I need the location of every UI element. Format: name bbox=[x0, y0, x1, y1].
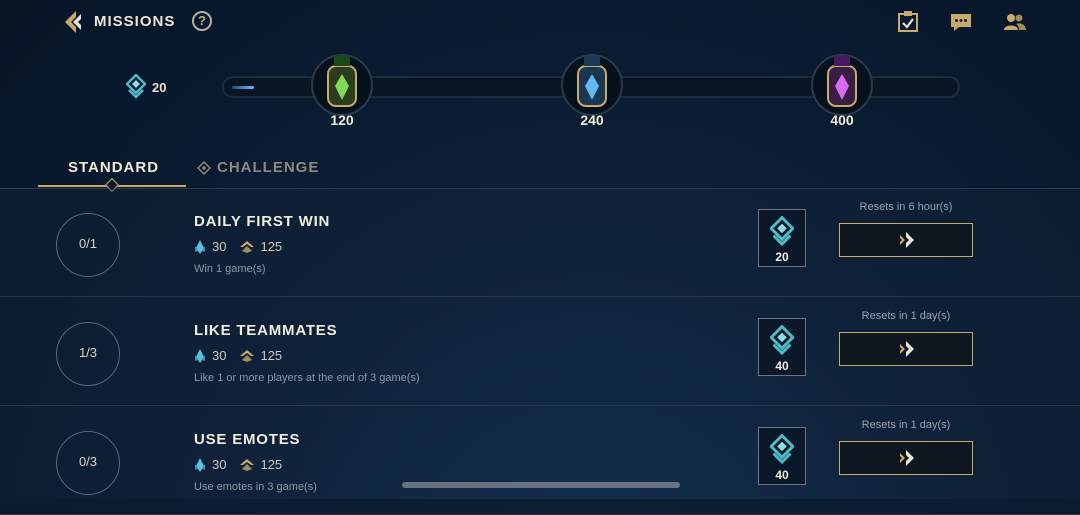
friends-button[interactable] bbox=[1003, 10, 1027, 34]
reward-gold-value: 125 bbox=[260, 457, 283, 472]
mission-title: USE EMOTES bbox=[194, 431, 301, 448]
green-capsule-icon bbox=[327, 56, 357, 107]
mission-title: LIKE TEAMMATES bbox=[194, 322, 338, 339]
mission-list: 0/1 DAILY FIRST WIN 30 125 Win 1 game(s)… bbox=[0, 188, 1080, 515]
mission-description: Like 1 or more players at the end of 3 g… bbox=[194, 372, 420, 384]
mission-point-icon bbox=[770, 325, 794, 356]
blue-essence-icon bbox=[195, 457, 205, 472]
mission-reset-text: Resets in 6 hour(s) bbox=[859, 201, 953, 213]
tab-challenge[interactable]: CHALLENGE bbox=[197, 159, 319, 176]
reward-gold-value: 125 bbox=[260, 348, 283, 363]
chat-button[interactable] bbox=[949, 10, 973, 34]
blue-capsule-icon bbox=[577, 56, 607, 107]
reward-gold-value: 125 bbox=[260, 239, 283, 254]
go-arrow-icon bbox=[900, 232, 914, 248]
mission-points-value: 40 bbox=[775, 468, 789, 482]
mission-title: DAILY FIRST WIN bbox=[194, 213, 331, 230]
mission-progress: 0/1 bbox=[56, 213, 120, 277]
gold-icon bbox=[240, 240, 255, 253]
mission-points-value: 40 bbox=[775, 359, 789, 373]
go-button[interactable] bbox=[839, 223, 973, 257]
go-arrow-icon bbox=[900, 341, 914, 357]
tab-standard[interactable]: STANDARD bbox=[68, 159, 159, 176]
milestone-chest-2[interactable]: 240 bbox=[557, 50, 627, 140]
mission-tabs: STANDARD CHALLENGE bbox=[0, 150, 1080, 193]
blue-essence-icon bbox=[195, 348, 205, 363]
mission-points-badge: 40 bbox=[758, 318, 806, 376]
checklist-icon bbox=[898, 11, 918, 32]
mission-points-value: 20 bbox=[775, 250, 789, 264]
mission-description: Use emotes in 3 game(s) bbox=[194, 481, 317, 493]
help-button[interactable]: ? bbox=[192, 11, 212, 31]
reward-essence-value: 30 bbox=[212, 239, 227, 254]
mission-point-icon bbox=[126, 74, 146, 99]
friends-icon bbox=[1004, 14, 1026, 30]
back-arrow-icon bbox=[65, 11, 81, 33]
reward-essence-value: 30 bbox=[212, 348, 227, 363]
mission-description: Win 1 game(s) bbox=[194, 263, 266, 275]
mission-rewards: 30 125 bbox=[194, 348, 296, 363]
mission-point-icon bbox=[770, 216, 794, 247]
milestone-chest-3[interactable]: 400 bbox=[807, 50, 877, 140]
back-button[interactable] bbox=[60, 8, 88, 36]
go-button[interactable] bbox=[839, 332, 973, 366]
gold-icon bbox=[240, 458, 255, 471]
blue-essence-icon bbox=[195, 239, 205, 254]
mission-reset-text: Resets in 1 day(s) bbox=[861, 310, 951, 322]
checklist-button[interactable] bbox=[896, 10, 920, 34]
milestone-value: 240 bbox=[580, 112, 604, 128]
go-arrow-icon bbox=[900, 450, 914, 466]
mission-row: 1/3 LIKE TEAMMATES 30 125 Like 1 or more… bbox=[0, 297, 1080, 406]
top-bar: MISSIONS ? bbox=[0, 0, 1080, 44]
mission-point-icon bbox=[770, 434, 794, 465]
scrollbar[interactable] bbox=[402, 482, 680, 488]
challenge-icon bbox=[197, 160, 211, 175]
chat-icon bbox=[951, 14, 971, 31]
mission-reset-text: Resets in 1 day(s) bbox=[861, 419, 951, 431]
mission-points: 20 bbox=[126, 74, 166, 100]
mission-points-badge: 20 bbox=[758, 209, 806, 267]
gold-icon bbox=[240, 349, 255, 362]
go-button[interactable] bbox=[839, 441, 973, 475]
mission-points-value: 20 bbox=[152, 79, 167, 95]
mission-progress: 0/3 bbox=[56, 431, 120, 495]
mission-rewards: 30 125 bbox=[194, 457, 296, 472]
mission-row: 0/1 DAILY FIRST WIN 30 125 Win 1 game(s)… bbox=[0, 188, 1080, 297]
milestone-value: 120 bbox=[330, 112, 354, 128]
reward-essence-value: 30 bbox=[212, 457, 227, 472]
purple-capsule-icon bbox=[827, 56, 857, 107]
milestone-chest-1[interactable]: 120 bbox=[307, 50, 377, 140]
mission-progress: 1/3 bbox=[56, 322, 120, 386]
page-title: MISSIONS bbox=[94, 13, 176, 30]
progress-fill bbox=[232, 86, 254, 89]
mission-points-badge: 40 bbox=[758, 427, 806, 485]
mission-rewards: 30 125 bbox=[194, 239, 296, 254]
tab-challenge-label: CHALLENGE bbox=[217, 159, 320, 176]
milestone-value: 400 bbox=[830, 112, 854, 128]
